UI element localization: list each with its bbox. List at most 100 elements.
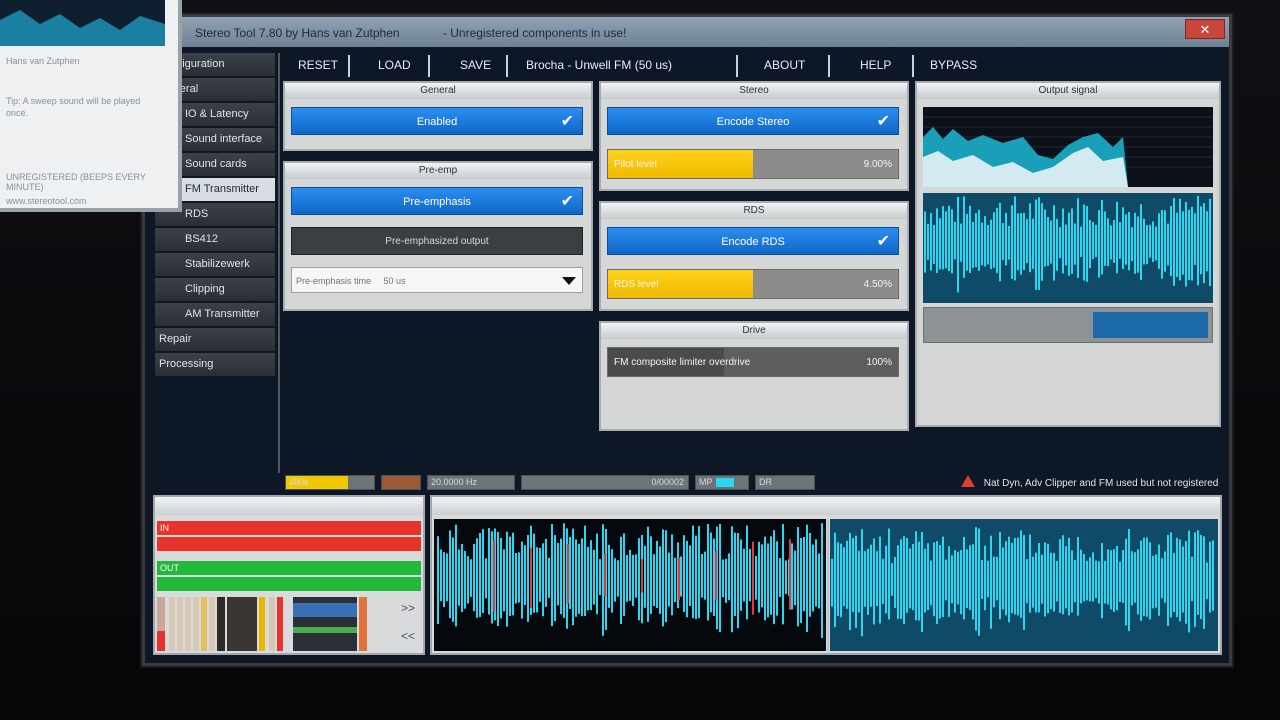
preemp-panel-title: Pre-emp xyxy=(285,163,591,179)
preemphasis-time-label: Pre-emphasis time xyxy=(296,276,372,286)
drive-panel-title: Drive xyxy=(601,323,907,339)
frequency-readout: 20.0000 Hz xyxy=(427,475,515,490)
close-button[interactable]: ✕ xyxy=(1185,19,1225,39)
rds-level-value: 4.50% xyxy=(863,279,892,290)
rds-level-label: RDS level xyxy=(614,279,659,290)
input-meter-2 xyxy=(157,537,421,551)
sidebar-divider xyxy=(278,53,280,473)
sidebar-item-processing[interactable]: Processing xyxy=(155,353,275,376)
pilot-level-label: Pilot level xyxy=(614,159,657,170)
band-meters xyxy=(157,597,377,651)
checkmark-icon: ✔ xyxy=(560,193,574,210)
output-spectrum-graph xyxy=(923,107,1213,303)
warning-icon xyxy=(961,475,975,487)
reset-button[interactable]: RESET xyxy=(298,58,338,72)
input-meter: IN xyxy=(157,521,421,535)
encode-rds-toggle[interactable]: Encode RDS ✔ xyxy=(607,227,899,255)
stereo-panel-title: Stereo xyxy=(601,83,907,99)
composite-overdrive-slider[interactable]: FM composite limiter overdrive 100% xyxy=(607,347,899,377)
meters-header xyxy=(155,497,423,515)
checkmark-icon: ✔ xyxy=(560,113,574,130)
rds-panel-title: RDS xyxy=(601,203,907,219)
preemphasis-toggle[interactable]: Pre-emphasis ✔ xyxy=(291,187,583,215)
chevron-down-icon xyxy=(562,277,576,285)
sidebar-item-stabilizewerk[interactable]: Stabilizewerk xyxy=(155,253,275,276)
scope-header xyxy=(432,497,1220,515)
stereo-panel: Stereo Encode Stereo ✔ Pilot level 9.00% xyxy=(599,81,909,191)
next-button[interactable]: >> xyxy=(401,601,415,615)
output-meter: OUT xyxy=(157,561,421,575)
rds-panel: RDS Encode RDS ✔ RDS level 4.50% xyxy=(599,201,909,311)
toolbar-separator xyxy=(912,55,914,77)
counter-readout: 0/00002 xyxy=(521,475,689,490)
toolbar-separator xyxy=(348,55,350,77)
screen: { "window": { "title": "Stereo Tool 7.80… xyxy=(0,0,1280,720)
registration-warning: Nat Dyn, Adv Clipper and FM used but not… xyxy=(961,475,1218,489)
output-level-bar xyxy=(923,307,1213,343)
sidebar-item-repair[interactable]: Repair xyxy=(155,328,275,351)
checkmark-icon: ✔ xyxy=(876,113,890,130)
cpu-meter xyxy=(381,475,421,490)
toolbar-separator xyxy=(428,55,430,77)
composite-overdrive-label: FM composite limiter overdrive xyxy=(614,357,751,368)
pilot-level-slider[interactable]: Pilot level 9.00% xyxy=(607,149,899,179)
general-panel: General Enabled ✔ xyxy=(283,81,593,151)
mp-label: MP xyxy=(699,477,713,487)
preset-name[interactable]: Brocha - Unwell FM (50 us) xyxy=(526,58,672,72)
preemphasis-time-value: 50 us xyxy=(383,276,406,286)
toolbar: RESET LOAD SAVE Brocha - Unwell FM (50 u… xyxy=(280,51,1225,79)
mp-fill xyxy=(716,478,734,487)
preemphasis-label: Pre-emphasis xyxy=(403,196,471,208)
pilot-level-value: 9.00% xyxy=(863,159,892,170)
toolbar-separator xyxy=(506,55,508,77)
sidebar-item-am-transmitter[interactable]: AM Transmitter xyxy=(155,303,275,326)
tooltip-line-4: www.stereotool.com xyxy=(6,196,87,206)
enabled-label: Enabled xyxy=(416,116,458,128)
general-panel-title: General xyxy=(285,83,591,99)
toolbar-separator xyxy=(736,55,738,77)
composite-overdrive-value: 100% xyxy=(866,357,892,368)
level-meters-panel: IN OUT >> << xyxy=(153,495,425,655)
tooltip-window: Hans van Zutphen Tip: A sweep sound will… xyxy=(0,0,182,212)
waveform-scope-panel xyxy=(430,495,1222,655)
preemp-panel: Pre-emp Pre-emphasis ✔ Pre-emphasized ou… xyxy=(283,161,593,311)
tooltip-author: Hans van Zutphen xyxy=(6,56,80,66)
sidebar-item-clipping[interactable]: Clipping xyxy=(155,278,275,301)
sample-rate-label: 480k xyxy=(289,477,309,487)
enabled-toggle[interactable]: Enabled ✔ xyxy=(291,107,583,135)
help-button[interactable]: HELP xyxy=(860,58,891,72)
encode-stereo-label: Encode Stereo xyxy=(716,116,790,128)
encode-rds-label: Encode RDS xyxy=(721,236,785,248)
mini-spectrum xyxy=(0,0,165,46)
rds-level-slider[interactable]: RDS level 4.50% xyxy=(607,269,899,299)
preemphasized-output-toggle[interactable]: Pre-emphasized output xyxy=(291,227,583,255)
output-meter-2 xyxy=(157,577,421,591)
waveform-scope xyxy=(434,519,1218,651)
output-level-fill xyxy=(1092,312,1208,338)
window-title: Stereo Tool 7.80 by Hans van Zutphen xyxy=(195,26,400,40)
save-button[interactable]: SAVE xyxy=(460,58,491,72)
encode-stereo-toggle[interactable]: Encode Stereo ✔ xyxy=(607,107,899,135)
prev-button[interactable]: << xyxy=(401,629,415,643)
registration-warning-text: Nat Dyn, Adv Clipper and FM used but not… xyxy=(983,478,1219,489)
about-button[interactable]: ABOUT xyxy=(764,58,805,72)
status-bar: 480k 20.0000 Hz 0/00002 MP DR Nat Dyn, A… xyxy=(285,473,1225,491)
mp-indicator: MP xyxy=(695,475,749,490)
tooltip-line-1: Tip: A sweep sound will be played xyxy=(6,96,141,106)
load-button[interactable]: LOAD xyxy=(378,58,411,72)
window-title-note: - Unregistered components in use! xyxy=(442,26,627,40)
output-signal-title: Output signal xyxy=(917,83,1219,99)
sidebar-item-bs412[interactable]: BS412 xyxy=(155,228,275,251)
drive-panel: Drive FM composite limiter overdrive 100… xyxy=(599,321,909,431)
tooltip-line-2: once. xyxy=(6,108,29,118)
bypass-button[interactable]: BYPASS xyxy=(930,58,977,72)
app-window: Stereo Tool 7.80 by Hans van Zutphen - U… xyxy=(142,14,1232,666)
toolbar-separator xyxy=(828,55,830,77)
sample-rate-meter: 480k xyxy=(285,475,375,490)
title-bar: Stereo Tool 7.80 by Hans van Zutphen - U… xyxy=(145,17,1229,47)
preemphasis-time-select[interactable]: Pre-emphasis time 50 us xyxy=(291,267,583,293)
tooltip-line-3: UNREGISTERED (BEEPS EVERY MINUTE) xyxy=(6,172,146,192)
checkmark-icon: ✔ xyxy=(876,233,890,250)
dr-indicator: DR xyxy=(755,475,815,490)
output-signal-panel: Output signal xyxy=(915,81,1221,427)
